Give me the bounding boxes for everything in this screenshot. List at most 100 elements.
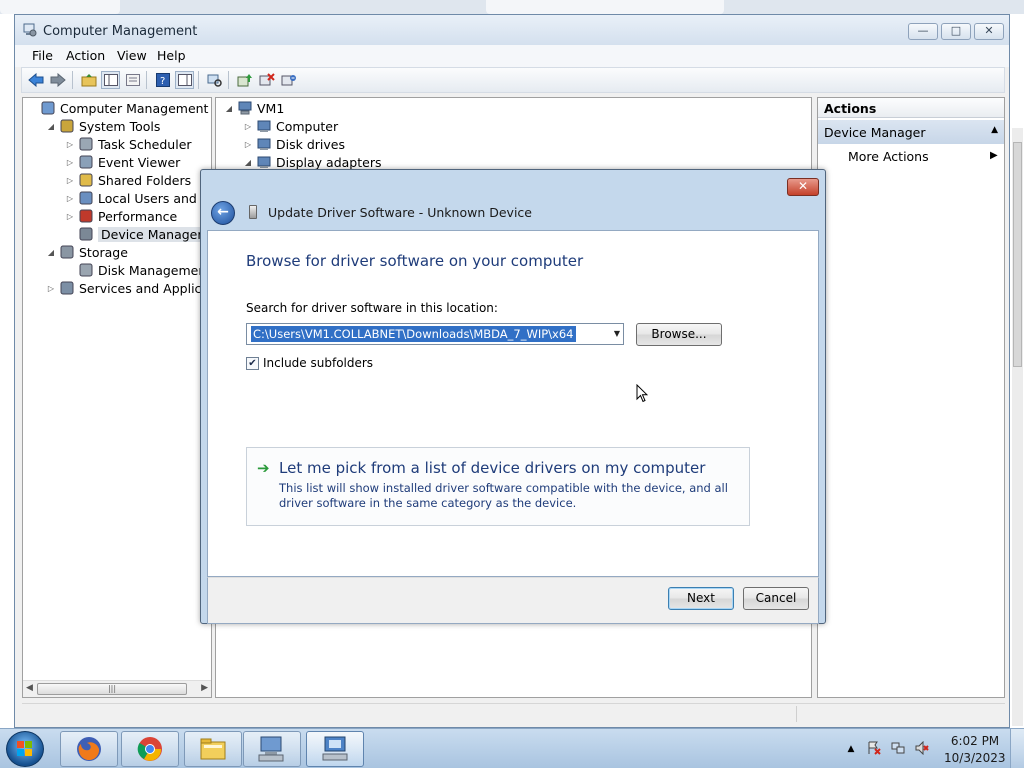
dialog-close-button[interactable]: ✕ [787,178,819,196]
taskbar-app-firefox[interactable] [60,731,118,767]
taskbar-app-remote-desktop[interactable] [306,731,364,767]
browse-button[interactable]: Browse... [636,323,722,346]
menu-file[interactable]: File [32,48,53,63]
actions-section-label: Device Manager [824,125,926,140]
tree-item[interactable]: ◢ Storage [46,243,128,261]
taskbar-app-computer-management[interactable] [243,731,301,767]
show-hide-action-pane-icon[interactable] [175,71,194,89]
pick-from-list-title[interactable]: Let me pick from a list of device driver… [279,459,705,477]
next-button[interactable]: Next [668,587,734,610]
expander-icon[interactable]: ▷ [65,140,75,149]
disable-device-icon[interactable] [279,71,298,89]
tree-item-label: System Tools [79,118,161,134]
chrome-icon [137,737,162,761]
scrollbar-thumb[interactable]: ||| [37,683,187,695]
tree-item[interactable]: ▷ Task Scheduler [65,135,192,153]
expander-expanded-icon[interactable]: ◢ [224,104,234,113]
background-tab [0,0,120,14]
driver-path-value[interactable]: C:\Users\VM1.COLLABNET\Downloads\MBDA_7_… [251,326,576,342]
collapse-up-icon[interactable]: ▲ [991,125,998,135]
tree-item[interactable]: ◢ System Tools [46,117,160,135]
expander-icon[interactable]: ▷ [65,194,75,203]
performance-icon [78,208,94,224]
browse-button-label: Browse... [651,327,707,341]
shared-folder-icon [78,172,94,188]
update-driver-icon[interactable] [235,71,254,89]
minimize-icon: — [917,24,929,37]
tree-item[interactable]: ▷ Local Users and Group [65,189,211,207]
include-subfolders-checkbox[interactable]: ✔ [246,357,259,370]
device-root-vm1[interactable]: ◢ VM1 [224,99,284,117]
scroll-right-icon[interactable]: ▶ [201,683,208,693]
maximize-button[interactable]: □ [941,23,971,40]
close-button[interactable]: ✕ [974,23,1004,40]
firefox-icon [77,737,101,761]
expander-icon[interactable]: ◢ [46,248,56,257]
show-desktop-button[interactable] [1010,729,1024,768]
dialog-back-button[interactable]: ← [211,201,235,225]
scrollbar-thumb[interactable] [1013,142,1022,367]
menu-help[interactable]: Help [157,48,186,63]
device-category[interactable]: ▷ Computer [243,117,338,135]
tree-item[interactable]: ▷ Event Viewer [65,153,180,171]
device-category[interactable]: ▷ Disk drives [243,135,345,153]
start-button[interactable] [6,731,44,767]
console-tree: Computer Management (Local◢System Tools▷… [22,97,212,698]
expander-icon[interactable]: ▷ [243,140,253,149]
forward-arrow-icon[interactable] [48,71,67,89]
menu-action[interactable]: Action [66,48,105,63]
chevron-down-icon[interactable]: ▼ [614,329,620,338]
expander-icon[interactable]: ▷ [65,158,75,167]
storage-icon [59,244,75,260]
actions-section-device-manager[interactable]: Device Manager ▲ [818,120,1004,144]
show-hide-tree-icon[interactable] [101,71,120,89]
title-bar[interactable]: Computer Management — □ ✕ [15,15,1009,45]
properties-icon[interactable] [123,71,142,89]
clock-date[interactable]: 10/3/2023 [944,751,1006,765]
checkmark-icon: ✔ [248,358,257,369]
background-vertical-scrollbar[interactable] [1012,128,1023,726]
driver-path-combobox[interactable]: C:\Users\VM1.COLLABNET\Downloads\MBDA_7_… [246,323,624,345]
include-subfolders-label[interactable]: Include subfolders [263,356,373,370]
expander-icon[interactable]: ▷ [46,284,56,293]
expander-icon[interactable]: ▷ [65,212,75,221]
help-icon[interactable]: ? [153,71,172,89]
scroll-left-icon[interactable]: ◀ [26,683,33,693]
tree-item[interactable]: Computer Management (Local [27,99,211,117]
tree-item[interactable]: ▷ Shared Folders [65,171,191,189]
event-viewer-icon [78,154,94,170]
volume-muted-icon[interactable] [914,740,930,757]
toolbar-separator [228,71,229,89]
pick-from-list-option[interactable]: ➔ Let me pick from a list of device driv… [246,447,750,526]
uninstall-icon[interactable] [257,71,276,89]
expander-icon[interactable]: ▷ [243,122,253,131]
expander-icon[interactable]: ▷ [65,176,75,185]
tree-item[interactable]: ▷ Services and Applications [46,279,211,297]
network-icon[interactable] [890,741,906,757]
tree-item[interactable]: ▷ Performance [65,207,177,225]
next-button-label: Next [687,591,715,605]
device-manager-icon [78,226,94,242]
background-tab [486,0,724,14]
more-actions-link[interactable]: More Actions [848,149,929,164]
tree-item[interactable]: Device Manager [65,225,206,243]
taskbar-app-chrome[interactable] [121,731,179,767]
clock-time[interactable]: 6:02 PM [950,734,1000,748]
back-arrow-icon: ← [217,204,229,220]
show-hidden-icons-icon[interactable]: ▲ [843,741,859,757]
computer-management-icon [40,100,56,116]
cancel-button[interactable]: Cancel [743,587,809,610]
tree-horizontal-scrollbar[interactable]: ◀ ||| ▶ [23,680,211,697]
action-center-flag-icon[interactable] [866,741,882,757]
back-arrow-icon[interactable] [26,71,45,89]
taskbar-app-explorer[interactable] [184,731,242,767]
tree-item-label: Performance [98,208,178,224]
menu-view[interactable]: View [117,48,147,63]
scan-hardware-icon[interactable] [205,71,224,89]
expander-icon[interactable]: ◢ [46,122,56,131]
update-driver-dialog: ✕ ← Update Driver Software - Unknown Dev… [200,169,826,624]
tree-item[interactable]: Disk Management [65,261,211,279]
minimize-button[interactable]: — [908,23,938,40]
expander-icon[interactable]: ◢ [243,158,253,167]
up-folder-icon[interactable] [79,71,98,89]
